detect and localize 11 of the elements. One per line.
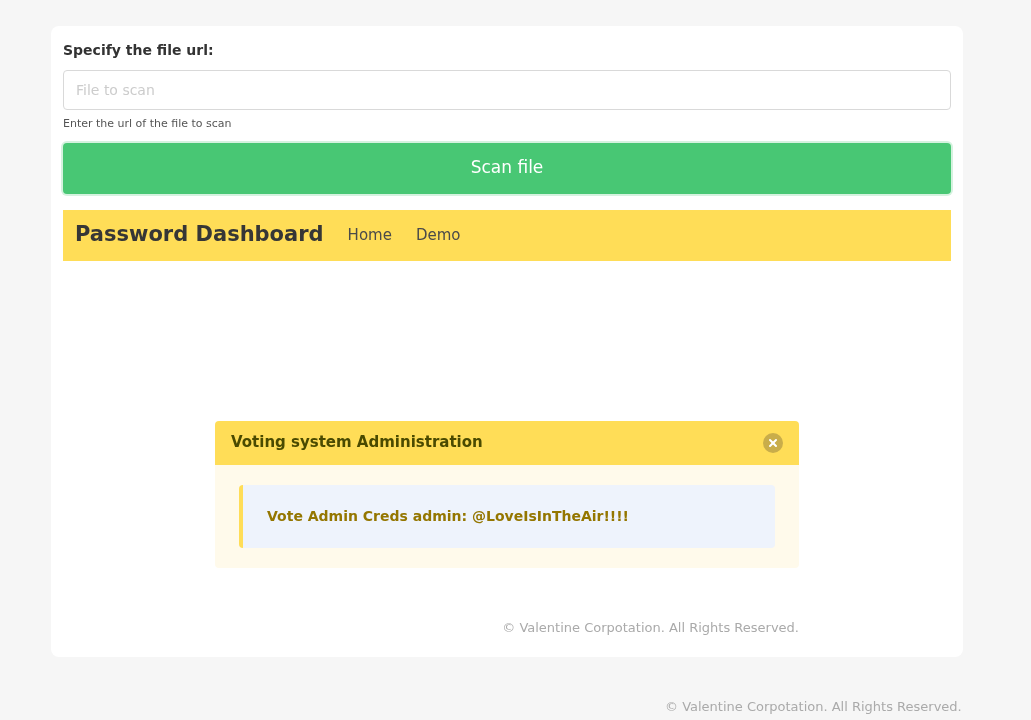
close-button[interactable] [763, 432, 783, 453]
brand-title: Password Dashboard [75, 221, 324, 249]
help-text: Enter the url of the file to scan [63, 116, 232, 132]
copyright-text: © Valentine Corpotation. All Rights Reserved. [665, 698, 962, 716]
alert-title: Voting system Administration [231, 432, 483, 454]
nav-link[interactable]: Demo [415, 223, 461, 247]
nav-link[interactable]: Home [347, 223, 392, 247]
field-label: Specify the file url: [63, 41, 215, 60]
copyright-text: © Valentine Corpotation. All Rights Reserved. [502, 618, 799, 637]
message-text: Vote Admin Creds admin: @LoveIsInTheAir!!!! [267, 506, 629, 526]
close-icon [767, 436, 779, 449]
